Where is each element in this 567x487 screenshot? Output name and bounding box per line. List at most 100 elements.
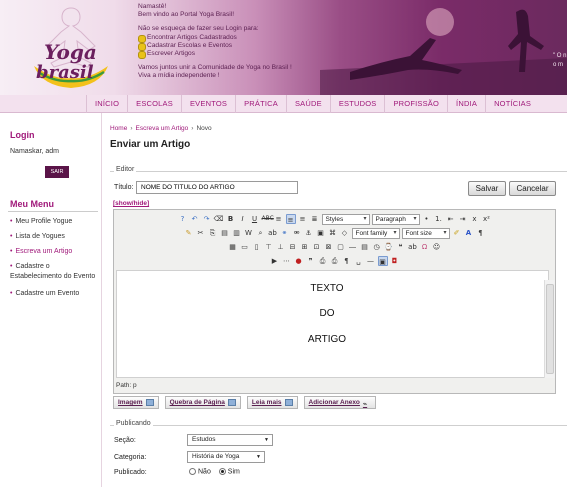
menu-item-profile[interactable]: Meu Profile Yogue	[10, 217, 100, 227]
unlink-icon[interactable]: ⚮	[292, 228, 302, 238]
align-right-icon[interactable]: ≡	[298, 214, 308, 224]
remove-format-icon[interactable]: x	[470, 214, 480, 224]
read-more-button[interactable]: Leia mais	[246, 396, 298, 409]
highlight-color-icon[interactable]: ✐	[452, 228, 462, 238]
menu-item-yogues[interactable]: Lista de Yogues	[10, 232, 100, 242]
copy-icon[interactable]: ⎘	[208, 228, 218, 238]
published-no-radio[interactable]	[189, 468, 196, 475]
underline-icon[interactable]: U	[250, 214, 260, 224]
replace-icon[interactable]: ab	[268, 228, 278, 238]
anchor-icon[interactable]: ⚓	[304, 228, 314, 238]
styles-select[interactable]: Styles	[321, 213, 370, 225]
nav-item-noticias[interactable]: NOTÍCIAS	[485, 95, 539, 113]
delete-row-icon[interactable]: ⊟	[288, 242, 298, 252]
editor-scrollbar[interactable]	[544, 280, 555, 378]
nav-item-inicio[interactable]: INÍCIO	[86, 95, 127, 113]
published-yes-radio[interactable]	[218, 468, 226, 475]
menu-item-register-event[interactable]: Cadastre um Evento	[10, 289, 100, 299]
cut-icon[interactable]: ✂	[196, 228, 206, 238]
align-justify-icon[interactable]: ≣	[310, 214, 320, 224]
undo-icon[interactable]: ↶	[190, 214, 200, 224]
align-left-icon[interactable]: ≡	[274, 214, 284, 224]
login-item[interactable]: Cadastrar Escolas e Eventos	[138, 42, 308, 52]
logout-button[interactable]: SAIR	[45, 166, 69, 178]
align-center-icon[interactable]: ≡	[285, 214, 296, 224]
italic-icon[interactable]: I	[238, 214, 248, 224]
row-props-icon[interactable]: ▭	[240, 242, 250, 252]
insert-col-icon[interactable]: ⊞	[300, 242, 310, 252]
bold-icon[interactable]: B	[226, 214, 236, 224]
paste-icon[interactable]: ▤	[220, 228, 230, 238]
text-color-icon[interactable]: A	[464, 228, 474, 238]
abbr-icon[interactable]: ab	[408, 242, 418, 252]
superscript-icon[interactable]: x²	[482, 214, 492, 224]
nav-item-saude[interactable]: SAÚDE	[285, 95, 330, 113]
scroll-thumb[interactable]	[546, 284, 554, 374]
nav-item-pratica[interactable]: PRÁTICA	[235, 95, 286, 113]
title-input[interactable]	[136, 181, 298, 194]
page-break-button[interactable]: Quebra de Página	[164, 396, 241, 409]
pagebreak-icon[interactable]: ⋯	[282, 256, 292, 266]
flash-icon[interactable]: ●	[294, 256, 304, 266]
print-icon[interactable]: ⎙	[330, 256, 340, 266]
preview-icon[interactable]: ⎙	[318, 256, 328, 266]
editor-content-area[interactable]: TEXTO DO ARTIGO	[116, 270, 549, 378]
nav-item-escolas[interactable]: ESCOLAS	[127, 95, 181, 113]
link-icon[interactable]: ⚭	[280, 228, 290, 238]
html-icon[interactable]: ◇	[340, 228, 350, 238]
add-attachment-button[interactable]: Adicionar Anexo ⌁	[303, 396, 376, 409]
menu-item-write-article[interactable]: Escreva um Artigo	[10, 247, 100, 257]
font-family-select[interactable]: Font family	[351, 227, 400, 239]
strikethrough-icon[interactable]: ABC	[262, 214, 274, 224]
find-icon[interactable]: ⌕	[256, 228, 266, 238]
bullet-list-icon[interactable]: •	[422, 214, 432, 224]
nav-item-profissao[interactable]: PROFISSÃO	[384, 95, 447, 113]
show-blocks-icon[interactable]: ¶	[342, 256, 352, 266]
insert-image-button[interactable]: Imagem	[113, 396, 159, 409]
template-icon[interactable]: ▤	[360, 242, 370, 252]
login-item[interactable]: Encontrar Artigos Cadastrados	[138, 34, 308, 43]
char-map-icon[interactable]: Ω	[420, 242, 430, 252]
blockquote-icon[interactable]: ❞	[306, 256, 316, 266]
image-icon[interactable]: ▣	[316, 228, 326, 238]
category-select[interactable]: História de Yoga	[187, 451, 265, 463]
eraser-icon[interactable]: ⌫	[214, 214, 224, 224]
save-button[interactable]: Salvar	[468, 181, 506, 196]
menu-item-register-venue[interactable]: Cadastre o Estabelecimento do Evento	[10, 262, 100, 282]
login-item[interactable]: Escrever Artigos	[138, 50, 308, 60]
code-icon[interactable]: ◘	[390, 256, 400, 266]
show-hide-toggle[interactable]: [show/hide]	[113, 200, 149, 207]
redo-icon[interactable]: ↷	[202, 214, 212, 224]
hr-icon[interactable]: ―	[348, 242, 358, 252]
paragraph-select[interactable]: Paragraph	[371, 213, 420, 225]
nav-item-estudos[interactable]: ESTUDOS	[329, 95, 385, 113]
breadcrumb-home[interactable]: Home	[110, 125, 127, 132]
insert-date-icon[interactable]: ◷	[372, 242, 382, 252]
split-cells-icon[interactable]: ⊠	[324, 242, 334, 252]
horizontal-rule-icon[interactable]: —	[366, 256, 376, 266]
paste-word-icon[interactable]: W	[244, 228, 254, 238]
table-icon[interactable]: ▦	[228, 242, 238, 252]
paste-text-icon[interactable]: ▥	[232, 228, 242, 238]
help-icon[interactable]: ?	[178, 214, 188, 224]
numbered-list-icon[interactable]: 1.	[434, 214, 444, 224]
cell-props-icon[interactable]: ▯	[252, 242, 262, 252]
clean-icon[interactable]: ✎	[184, 228, 194, 238]
breadcrumb-write-article[interactable]: Escreva um Artigo	[136, 125, 189, 132]
cancel-button[interactable]: Cancelar	[509, 181, 556, 196]
cleanup-icon[interactable]: ⌘	[328, 228, 338, 238]
section-select[interactable]: Estudos	[187, 434, 273, 446]
indent-icon[interactable]: ⇥	[458, 214, 468, 224]
merge-cells-icon[interactable]: ⊡	[312, 242, 322, 252]
outdent-icon[interactable]: ⇤	[446, 214, 456, 224]
ltr-icon[interactable]: ¶	[476, 228, 486, 238]
fullscreen-icon[interactable]: ▣	[377, 256, 388, 266]
citation-icon[interactable]: ❝	[396, 242, 406, 252]
insert-time-icon[interactable]: ⌚	[384, 242, 394, 252]
insert-row-after-icon[interactable]: ⊥	[276, 242, 286, 252]
nav-item-india[interactable]: ÍNDIA	[447, 95, 485, 113]
nav-item-eventos[interactable]: EVENTOS	[180, 95, 235, 113]
visual-aid-icon[interactable]: ▢	[336, 242, 346, 252]
emotion-icon[interactable]: ☺	[432, 242, 442, 252]
nonbreaking-icon[interactable]: ␣	[354, 256, 364, 266]
